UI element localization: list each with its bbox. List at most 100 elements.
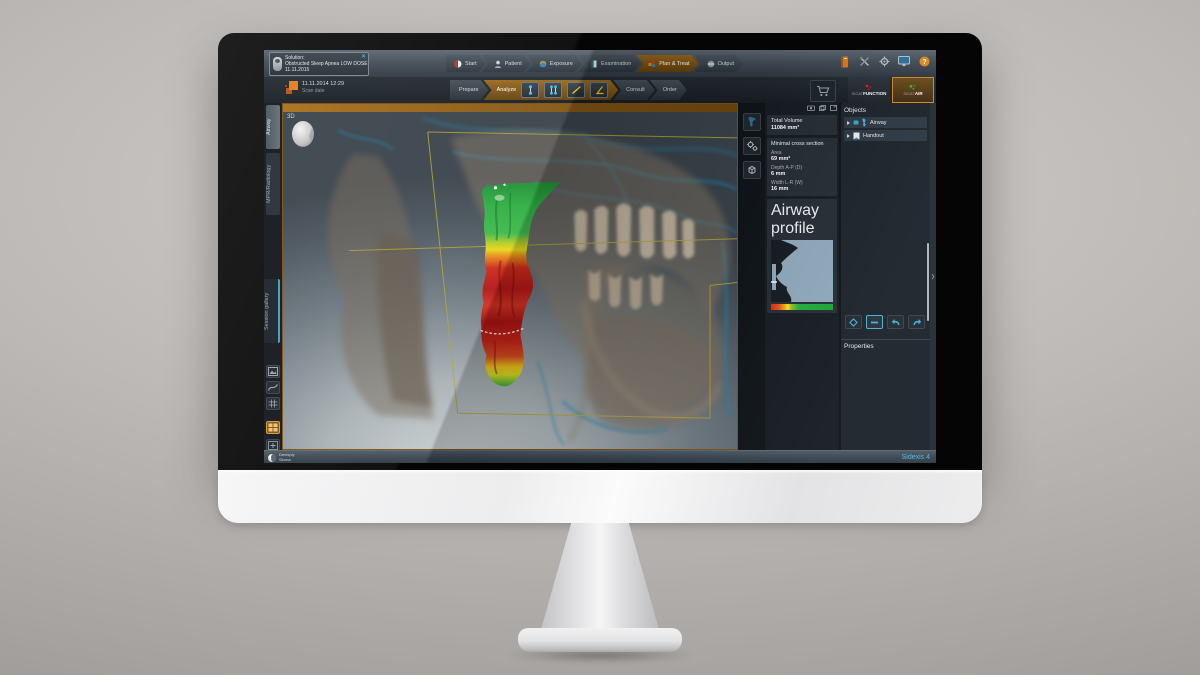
titlebar: Solution: Obstructed Sleep Apnea LOW DOS… — [264, 50, 936, 78]
brand-logo-icon — [268, 454, 276, 462]
undo-button[interactable] — [887, 315, 904, 329]
workflow-tab-examination[interactable]: Examination — [578, 55, 640, 72]
gears-icon — [746, 140, 759, 152]
airway-profile-title: Airway profile — [771, 202, 833, 238]
grid-view-button[interactable] — [266, 397, 280, 410]
tools-icon[interactable] — [858, 55, 870, 68]
shopping-cart-button[interactable] — [810, 80, 836, 102]
svg-text:?: ? — [922, 59, 926, 66]
monitor-stand-neck — [540, 523, 660, 633]
workflow-label: Start — [465, 61, 477, 67]
objects-scrollbar[interactable] — [927, 243, 929, 321]
view-tab-airway[interactable]: Airway — [266, 105, 280, 149]
tab-sicat-air[interactable]: SICATAIR — [892, 77, 934, 103]
cbct-3d-render — [283, 112, 737, 449]
help-icon[interactable]: ? — [918, 55, 930, 68]
distance-measure-tool-button[interactable] — [567, 82, 585, 98]
step-prepare[interactable]: Prepare — [450, 80, 489, 100]
workflow-tab-output[interactable]: Output — [695, 55, 744, 72]
plan-treat-icon — [648, 60, 656, 68]
settings-gears-button[interactable] — [743, 137, 761, 155]
solution-card[interactable]: Solution: Obstructed Sleep Apnea LOW DOS… — [269, 52, 369, 76]
window-utility-icons: ? — [838, 55, 930, 68]
left-rail: Airway MPR/Radiology Session gallery — [264, 103, 282, 450]
step-label: Analyze — [497, 87, 517, 93]
airway-profile-chart[interactable] — [771, 240, 833, 302]
workflow-tab-plan-treat[interactable]: Plan & Treat — [636, 55, 698, 72]
viewport-3d[interactable]: 3D — [282, 103, 738, 450]
redo-button[interactable] — [908, 315, 925, 329]
compare-airways-icon — [548, 85, 559, 95]
workflow-label: Output — [718, 61, 735, 67]
workflow-tab-exposure[interactable]: Exposure — [527, 55, 582, 72]
clipping-cube-button[interactable] — [743, 161, 761, 179]
angle-measure-tool-button[interactable] — [590, 82, 608, 98]
grid-icon — [268, 399, 278, 408]
settings-gear-icon[interactable] — [878, 55, 890, 68]
airway-segmentation-tool-button[interactable] — [521, 82, 539, 98]
tab-sicat-function[interactable]: SICATFUNCTION — [848, 77, 890, 103]
object-row-handout[interactable]: Handout — [844, 130, 927, 141]
view-tab-session-gallery[interactable]: Session gallery — [264, 279, 280, 343]
app-tab-brand: SICAT — [852, 91, 863, 96]
monitor-chin — [218, 470, 982, 523]
scan-thumbnail-icon — [285, 81, 298, 94]
panel-header-icons — [767, 105, 837, 113]
distance-measure-icon — [571, 85, 582, 95]
step-label: Consult — [626, 87, 645, 93]
expand-arrow-icon[interactable] — [847, 121, 850, 125]
object-row-airway[interactable]: Airway — [844, 117, 927, 128]
brand-line2: Sirona — [279, 458, 295, 463]
airway-compare-tool-button[interactable] — [544, 82, 562, 98]
step-consult[interactable]: Consult — [613, 80, 655, 100]
remote-monitor-icon[interactable] — [898, 55, 910, 68]
total-volume-value: 11084 mm³ — [771, 125, 833, 132]
viewport-title: 3D — [287, 114, 295, 120]
workflow-tab-patient[interactable]: Patient — [482, 55, 531, 72]
step-analyze[interactable]: Analyze — [484, 80, 619, 100]
airway-view-button[interactable] — [743, 113, 761, 131]
airway-object-icon — [862, 118, 867, 127]
maximize-icon[interactable] — [830, 105, 837, 111]
screenshot-view-button[interactable] — [266, 365, 280, 378]
handout-page-icon — [853, 132, 860, 140]
application-tabs: SICATFUNCTION SICATAIR — [848, 77, 934, 103]
curve-view-button[interactable] — [266, 381, 280, 394]
backdrop: Solution: Obstructed Sleep Apnea LOW DOS… — [0, 0, 1200, 675]
view-tab-mpr-radiology[interactable]: MPR/Radiology — [266, 153, 280, 215]
exposure-icon — [539, 60, 547, 68]
copy-icon[interactable] — [819, 105, 826, 111]
object-label: Airway — [870, 120, 887, 126]
app-tab-brand: SICAT — [903, 91, 914, 96]
step-order[interactable]: Order — [650, 80, 687, 100]
hide-object-button[interactable] — [866, 315, 883, 329]
scan-date-caption: Scan date — [302, 88, 344, 94]
focus-object-button[interactable] — [845, 315, 862, 329]
workspace-layout-active-button[interactable] — [266, 421, 280, 434]
minus-icon — [870, 318, 879, 327]
segment-airway-icon — [525, 85, 536, 95]
minimal-cross-section-title: Minimal cross section — [771, 141, 833, 148]
output-icon — [707, 60, 715, 68]
focus-diamond-icon — [849, 318, 858, 327]
visibility-icon[interactable] — [853, 120, 859, 125]
close-solution-button[interactable]: ✕ — [361, 54, 366, 60]
redo-arrow-icon — [912, 318, 922, 327]
layout-plus-icon — [268, 441, 278, 450]
viewport-canvas[interactable] — [283, 112, 737, 449]
panel-collapse-strip[interactable]: ❯ — [930, 103, 936, 450]
expand-arrow-icon[interactable] — [847, 134, 850, 138]
workflow-tab-start[interactable]: Start — [446, 55, 486, 72]
area-value: 69 mm² — [771, 156, 833, 163]
orientation-head-widget[interactable] — [292, 121, 314, 147]
objects-panel: Objects Airway Handout — [841, 103, 930, 450]
snapshot-icon[interactable] — [807, 105, 815, 111]
manual-book-icon[interactable] — [838, 55, 850, 68]
viewport-tools-column — [740, 103, 764, 450]
step-label: Order — [663, 87, 677, 93]
airway-color-scale — [771, 304, 833, 310]
airway-shape-icon — [746, 116, 758, 128]
scan-info[interactable]: 11.11.2014 12:29 Scan date — [285, 81, 344, 94]
step-label: Prepare — [459, 87, 479, 93]
total-volume-section: Total Volume 11084 mm³ — [767, 115, 837, 135]
